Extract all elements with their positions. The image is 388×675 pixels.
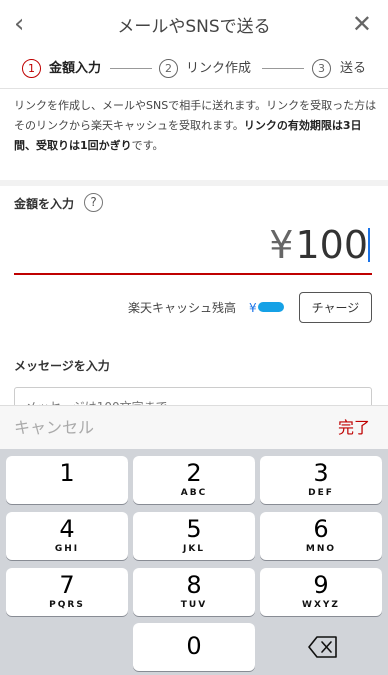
page-title: メールやSNSで送る xyxy=(117,17,271,37)
balance-label: 楽天キャッシュ残高 xyxy=(128,301,237,315)
key-7[interactable]: 7 PQRS xyxy=(6,568,128,616)
header: ‹ メールやSNSで送る ✕ xyxy=(0,0,388,49)
key-number: 1 xyxy=(59,459,75,487)
step-3-label: 送る xyxy=(340,61,367,76)
key-number: 0 xyxy=(186,632,202,660)
help-icon[interactable]: ? xyxy=(84,193,103,212)
step-3-number: 3 xyxy=(312,59,331,78)
key-number: 8 xyxy=(186,571,202,599)
amount-label: 金額を入力 xyxy=(14,197,75,211)
step-indicator: 1 金額入力 2 リンク作成 3 送る xyxy=(0,49,388,89)
key-letters: PQRS xyxy=(49,600,85,610)
step-connector xyxy=(262,68,304,69)
key-letters: ABC xyxy=(180,488,208,498)
backspace-icon[interactable] xyxy=(308,636,338,658)
key-number: 5 xyxy=(186,515,202,543)
step-1-number: 1 xyxy=(22,59,41,78)
key-letters: GHI xyxy=(54,544,80,554)
message-label: メッセージを入力 xyxy=(14,359,110,373)
step-1-label: 金額入力 xyxy=(49,61,102,76)
amount-input[interactable]: ¥100 xyxy=(269,222,368,268)
key-0[interactable]: 0 xyxy=(133,623,255,671)
key-number: 6 xyxy=(313,515,329,543)
amount-underline xyxy=(14,273,372,275)
key-letters: MNO xyxy=(305,544,337,554)
key-number: 4 xyxy=(59,515,75,543)
info-text-tail: です。 xyxy=(131,139,164,152)
cancel-button[interactable]: キャンセル xyxy=(14,417,94,439)
info-text: リンクを作成し、メールやSNSで相手に送れます。リンクを受取った方はそのリンクか… xyxy=(14,96,378,156)
key-number: 7 xyxy=(59,571,75,599)
key-number: 3 xyxy=(313,459,329,487)
step-2-number: 2 xyxy=(159,59,178,78)
balance-value: ¥ xyxy=(249,301,257,315)
keyboard-accessory-bar: キャンセル 完了 xyxy=(0,405,388,449)
key-9[interactable]: 9 WXYZ xyxy=(260,568,382,616)
key-1[interactable]: 1 xyxy=(6,456,128,504)
key-3[interactable]: 3 DEF xyxy=(260,456,382,504)
close-icon[interactable]: ✕ xyxy=(352,9,372,39)
key-8[interactable]: 8 TUV xyxy=(133,568,255,616)
done-button[interactable]: 完了 xyxy=(338,417,370,439)
key-number: 9 xyxy=(313,571,329,599)
key-letters: JKL xyxy=(182,544,206,554)
chevron-left-icon[interactable]: ‹ xyxy=(14,10,24,38)
key-letters: WXYZ xyxy=(302,600,340,610)
amount-value: 100 xyxy=(295,223,368,267)
section-divider xyxy=(0,180,388,186)
key-4[interactable]: 4 GHI xyxy=(6,512,128,560)
charge-button[interactable]: チャージ xyxy=(299,292,372,323)
currency-symbol: ¥ xyxy=(269,223,294,267)
redaction-mark xyxy=(258,302,284,312)
key-5[interactable]: 5 JKL xyxy=(133,512,255,560)
key-letters: DEF xyxy=(308,488,334,498)
key-2[interactable]: 2 ABC xyxy=(133,456,255,504)
text-caret xyxy=(368,228,370,262)
key-letters: TUV xyxy=(180,600,208,610)
key-number: 2 xyxy=(186,459,202,487)
step-2-label: リンク作成 xyxy=(186,61,252,76)
key-6[interactable]: 6 MNO xyxy=(260,512,382,560)
step-connector xyxy=(110,68,152,69)
